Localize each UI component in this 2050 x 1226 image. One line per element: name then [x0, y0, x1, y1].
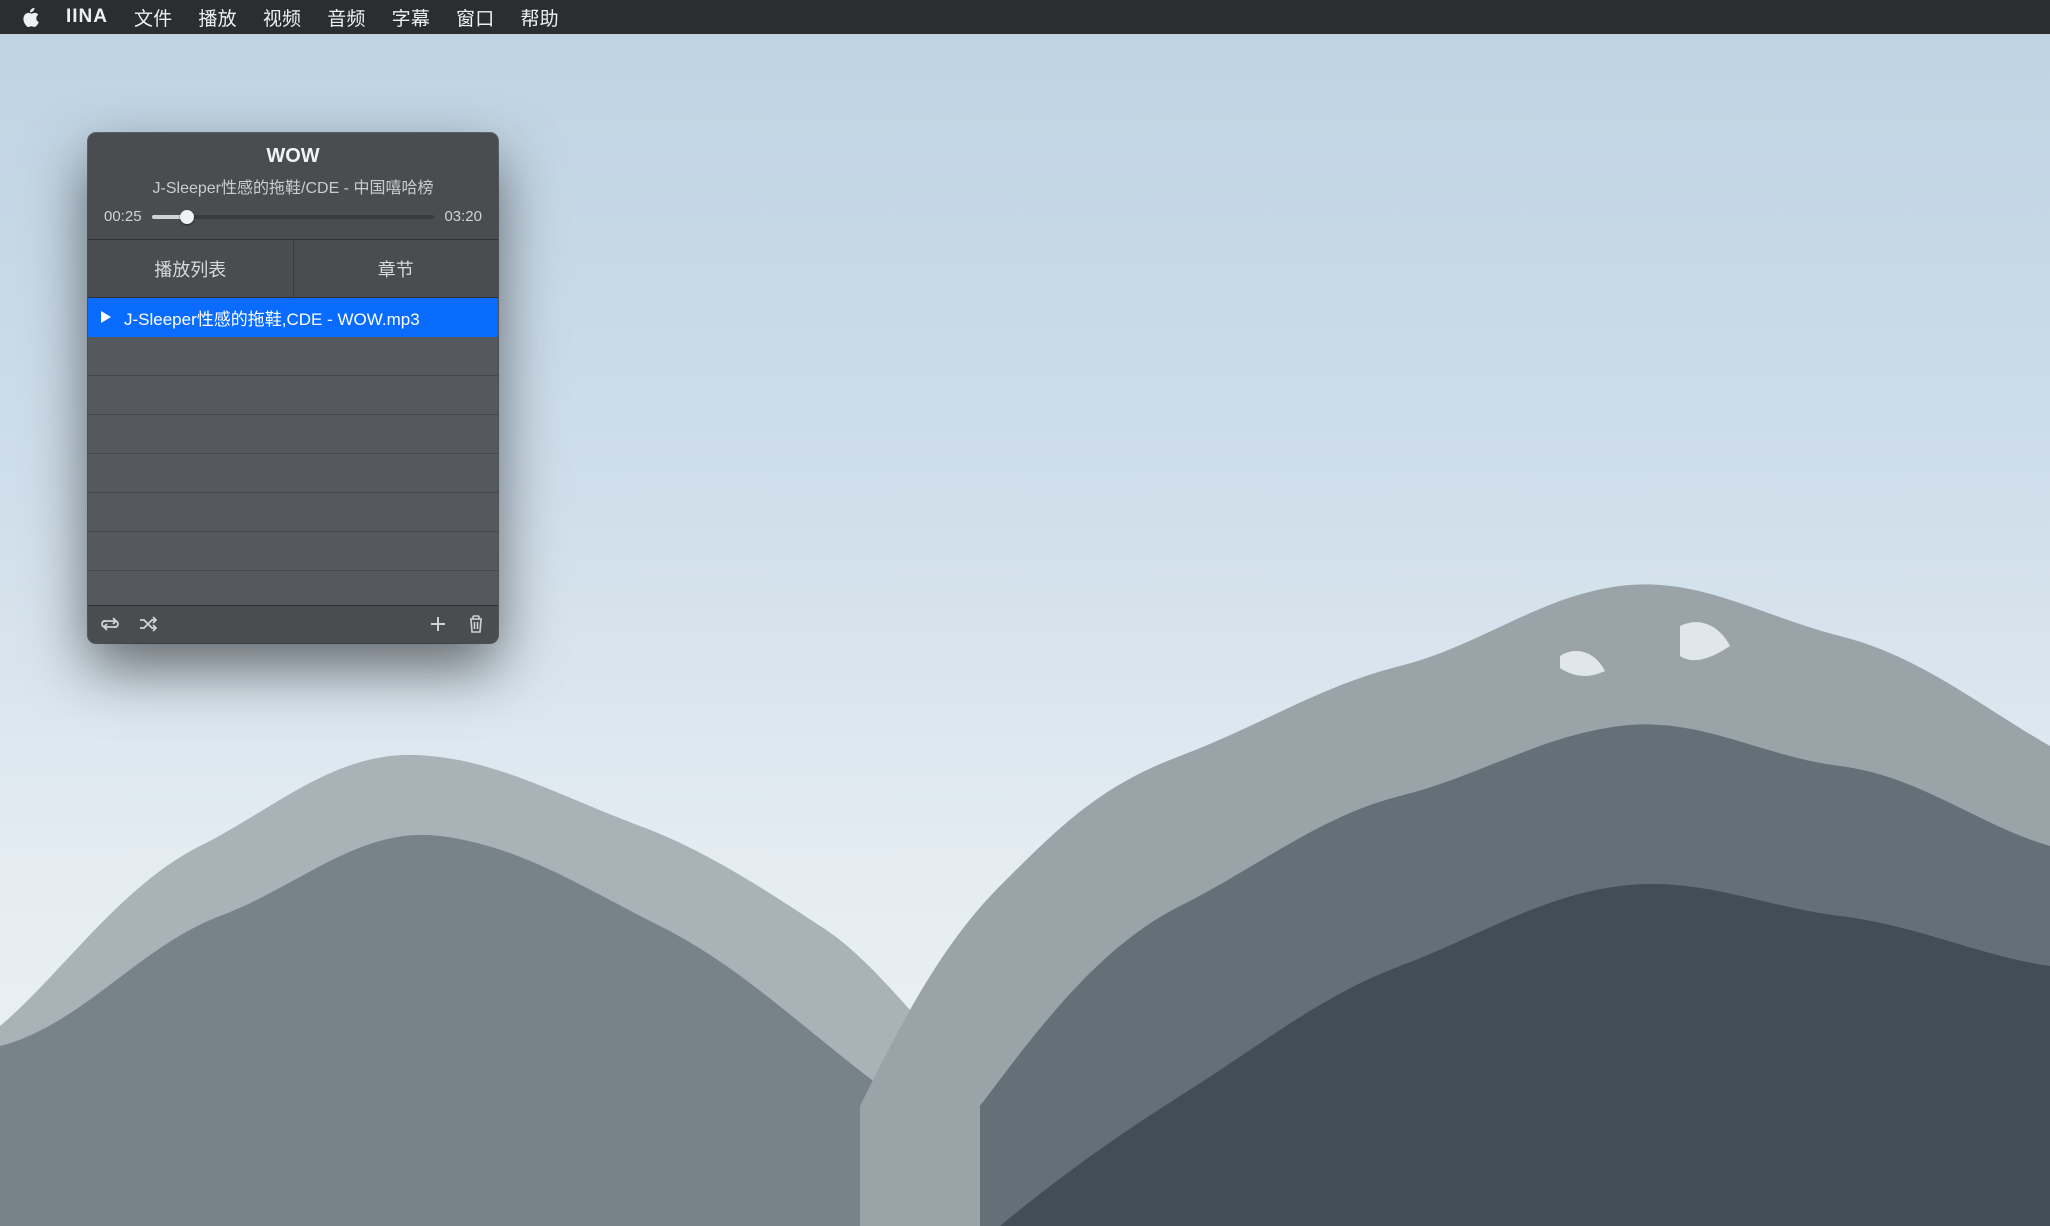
add-button[interactable] — [426, 612, 450, 636]
progress-knob[interactable] — [180, 210, 194, 224]
track-artist-album: J-Sleeper性感的拖鞋/CDE - 中国嘻哈榜 — [102, 174, 484, 198]
track-title: WOW — [102, 145, 484, 168]
macos-menubar: IINA 文件 播放 视频 音频 字幕 窗口 帮助 — [0, 0, 2050, 34]
apple-icon[interactable] — [22, 7, 40, 27]
playlist-empty-row — [88, 493, 498, 532]
menu-app-name[interactable]: IINA — [66, 6, 108, 28]
loop-button[interactable] — [98, 612, 122, 636]
menu-window[interactable]: 窗口 — [456, 4, 494, 31]
tab-chapters[interactable]: 章节 — [293, 240, 499, 297]
delete-button[interactable] — [464, 612, 488, 636]
time-total: 03:20 — [444, 208, 482, 225]
progress-row: 00:25 03:20 — [102, 208, 484, 227]
playlist-empty-row — [88, 571, 498, 605]
progress-slider[interactable] — [152, 215, 435, 219]
playlist: J-Sleeper性感的拖鞋,CDE - WOW.mp3 — [88, 298, 498, 605]
menu-help[interactable]: 帮助 — [520, 4, 558, 31]
playlist-empty-row — [88, 415, 498, 454]
menu-video[interactable]: 视频 — [263, 4, 301, 31]
tab-playlist[interactable]: 播放列表 — [88, 240, 293, 297]
shuffle-button[interactable] — [136, 612, 160, 636]
menu-subtitle[interactable]: 字幕 — [392, 4, 430, 31]
iina-mini-player-window[interactable]: WOW J-Sleeper性感的拖鞋/CDE - 中国嘻哈榜 00:25 03:… — [88, 133, 498, 643]
playlist-empty-row — [88, 454, 498, 493]
play-icon — [100, 311, 112, 323]
playlist-empty-row — [88, 532, 498, 571]
playlist-item-label: J-Sleeper性感的拖鞋,CDE - WOW.mp3 — [124, 305, 420, 330]
panel-tabs: 播放列表 章节 — [88, 240, 498, 298]
menu-playback[interactable]: 播放 — [198, 4, 236, 31]
menu-audio[interactable]: 音频 — [327, 4, 365, 31]
playlist-toolbar — [88, 605, 498, 643]
menu-file[interactable]: 文件 — [134, 4, 172, 31]
playlist-empty-row — [88, 376, 498, 415]
playlist-item[interactable]: J-Sleeper性感的拖鞋,CDE - WOW.mp3 — [88, 298, 498, 337]
time-elapsed: 00:25 — [104, 208, 142, 225]
playlist-empty-row — [88, 337, 498, 376]
player-header: WOW J-Sleeper性感的拖鞋/CDE - 中国嘻哈榜 00:25 03:… — [88, 133, 498, 240]
